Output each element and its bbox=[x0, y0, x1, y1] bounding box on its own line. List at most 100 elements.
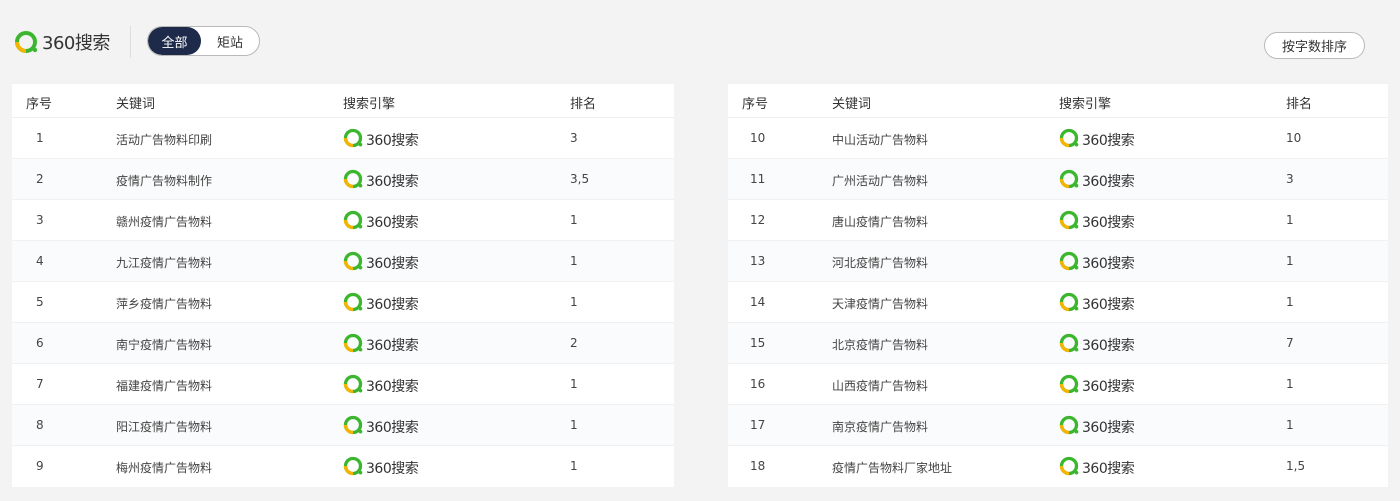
row-engine: 360搜索 bbox=[1059, 169, 1135, 192]
engine-360-icon bbox=[1059, 333, 1079, 356]
engine-360-icon bbox=[343, 415, 363, 438]
row-rank: 1 bbox=[1286, 418, 1294, 432]
filter-toggle: 全部 矩站 bbox=[147, 26, 260, 56]
results-table-left: 序号 关键词 搜索引擎 排名 1 活动广告物料印刷 360搜索 3 2 疫情广告物料制作 3… bbox=[12, 84, 674, 487]
table-row: 4 九江疫情广告物料 360搜索 1 bbox=[12, 241, 674, 282]
table-row: 12 唐山疫情广告物料 360搜索 1 bbox=[728, 200, 1388, 241]
table-row: 18 疫情广告物料厂家地址 360搜索 1,5 bbox=[728, 446, 1388, 487]
row-keyword: 南宁疫情广告物料 bbox=[116, 338, 213, 352]
table-row: 10 中山活动广告物料 360搜索 10 bbox=[728, 118, 1388, 159]
row-number: 16 bbox=[750, 377, 766, 391]
engine-360-icon bbox=[343, 251, 363, 274]
row-engine: 360搜索 bbox=[1059, 251, 1135, 274]
row-number: 17 bbox=[750, 418, 766, 432]
engine-360-icon bbox=[1059, 374, 1079, 397]
row-engine: 360搜索 bbox=[1059, 128, 1135, 151]
row-keyword: 南京疫情广告物料 bbox=[832, 420, 929, 434]
row-rank: 1 bbox=[570, 418, 578, 432]
row-keyword: 天津疫情广告物料 bbox=[832, 297, 929, 311]
row-engine: 360搜索 bbox=[343, 415, 419, 438]
engine-360-icon bbox=[1059, 292, 1079, 315]
engine-label: 360搜索 bbox=[1082, 173, 1135, 190]
row-number: 15 bbox=[750, 336, 766, 350]
engine-360-icon bbox=[1059, 415, 1079, 438]
engine-label: 360搜索 bbox=[366, 132, 419, 149]
row-engine: 360搜索 bbox=[343, 374, 419, 397]
row-number: 13 bbox=[750, 254, 766, 268]
engine-360-icon bbox=[343, 333, 363, 356]
engine-label: 360搜索 bbox=[366, 378, 419, 395]
brand-logo[interactable]: 360搜索 bbox=[14, 28, 110, 56]
engine-label: 360搜索 bbox=[1082, 296, 1135, 313]
engine-label: 360搜索 bbox=[1082, 378, 1135, 395]
table-row: 2 疫情广告物料制作 360搜索 3,5 bbox=[12, 159, 674, 200]
row-engine: 360搜索 bbox=[1059, 210, 1135, 233]
row-number: 1 bbox=[36, 131, 44, 145]
engine-label: 360搜索 bbox=[1082, 132, 1135, 149]
engine-label: 360搜索 bbox=[366, 173, 419, 190]
logo-360-icon bbox=[14, 30, 38, 54]
engine-360-icon bbox=[343, 292, 363, 315]
engine-label: 360搜索 bbox=[366, 296, 419, 313]
table-row: 5 萍乡疫情广告物料 360搜索 1 bbox=[12, 282, 674, 323]
engine-360-icon bbox=[1059, 210, 1079, 233]
row-engine: 360搜索 bbox=[343, 128, 419, 151]
sort-by-length-button[interactable]: 按字数排序 bbox=[1264, 32, 1365, 59]
results-table-right: 序号 关键词 搜索引擎 排名 10 中山活动广告物料 360搜索 10 11 广州活动广告… bbox=[728, 84, 1388, 487]
row-engine: 360搜索 bbox=[343, 210, 419, 233]
row-keyword: 梅州疫情广告物料 bbox=[116, 461, 213, 475]
table-row: 17 南京疫情广告物料 360搜索 1 bbox=[728, 405, 1388, 446]
table-row: 6 南宁疫情广告物料 360搜索 2 bbox=[12, 323, 674, 364]
engine-label: 360搜索 bbox=[1082, 337, 1135, 354]
row-rank: 7 bbox=[1286, 336, 1294, 350]
row-rank: 1,5 bbox=[1286, 459, 1306, 473]
header-divider bbox=[130, 26, 131, 58]
row-keyword: 山西疫情广告物料 bbox=[832, 379, 929, 393]
column-header-no: 序号 bbox=[26, 97, 53, 112]
filter-all-button[interactable]: 全部 bbox=[148, 27, 201, 55]
row-rank: 1 bbox=[1286, 295, 1294, 309]
row-engine: 360搜索 bbox=[1059, 374, 1135, 397]
row-keyword: 北京疫情广告物料 bbox=[832, 338, 929, 352]
row-engine: 360搜索 bbox=[1059, 415, 1135, 438]
row-rank: 1 bbox=[570, 459, 578, 473]
engine-360-icon bbox=[1059, 251, 1079, 274]
row-keyword: 萍乡疫情广告物料 bbox=[116, 297, 213, 311]
table-row: 16 山西疫情广告物料 360搜索 1 bbox=[728, 364, 1388, 405]
table-row: 13 河北疫情广告物料 360搜索 1 bbox=[728, 241, 1388, 282]
table-row: 3 赣州疫情广告物料 360搜索 1 bbox=[12, 200, 674, 241]
row-keyword: 福建疫情广告物料 bbox=[116, 379, 213, 393]
column-header-engine: 搜索引擎 bbox=[343, 97, 396, 112]
row-rank: 1 bbox=[570, 295, 578, 309]
engine-label: 360搜索 bbox=[1082, 255, 1135, 272]
row-number: 8 bbox=[36, 418, 44, 432]
row-number: 14 bbox=[750, 295, 766, 309]
table-row: 1 活动广告物料印刷 360搜索 3 bbox=[12, 118, 674, 159]
row-rank: 1 bbox=[1286, 377, 1294, 391]
table-header: 序号 关键词 搜索引擎 排名 bbox=[12, 84, 674, 118]
row-keyword: 唐山疫情广告物料 bbox=[832, 215, 929, 229]
table-row: 15 北京疫情广告物料 360搜索 7 bbox=[728, 323, 1388, 364]
row-rank: 1 bbox=[570, 213, 578, 227]
row-engine: 360搜索 bbox=[343, 456, 419, 479]
row-number: 3 bbox=[36, 213, 44, 227]
table-row: 14 天津疫情广告物料 360搜索 1 bbox=[728, 282, 1388, 323]
row-number: 2 bbox=[36, 172, 44, 186]
column-header-rank: 排名 bbox=[1286, 97, 1313, 112]
engine-label: 360搜索 bbox=[1082, 214, 1135, 231]
table-header: 序号 关键词 搜索引擎 排名 bbox=[728, 84, 1388, 118]
row-number: 6 bbox=[36, 336, 44, 350]
engine-360-icon bbox=[1059, 456, 1079, 479]
row-engine: 360搜索 bbox=[1059, 333, 1135, 356]
row-engine: 360搜索 bbox=[343, 292, 419, 315]
engine-label: 360搜索 bbox=[366, 337, 419, 354]
filter-matrix-button[interactable]: 矩站 bbox=[201, 27, 259, 55]
column-header-rank: 排名 bbox=[570, 97, 597, 112]
row-number: 10 bbox=[750, 131, 766, 145]
row-number: 9 bbox=[36, 459, 44, 473]
engine-360-icon bbox=[343, 456, 363, 479]
engine-label: 360搜索 bbox=[366, 419, 419, 436]
table-body: 10 中山活动广告物料 360搜索 10 11 广州活动广告物料 360搜索 3 12 唐山疫情广… bbox=[728, 118, 1388, 487]
row-rank: 1 bbox=[1286, 254, 1294, 268]
column-header-keyword: 关键词 bbox=[832, 97, 872, 112]
